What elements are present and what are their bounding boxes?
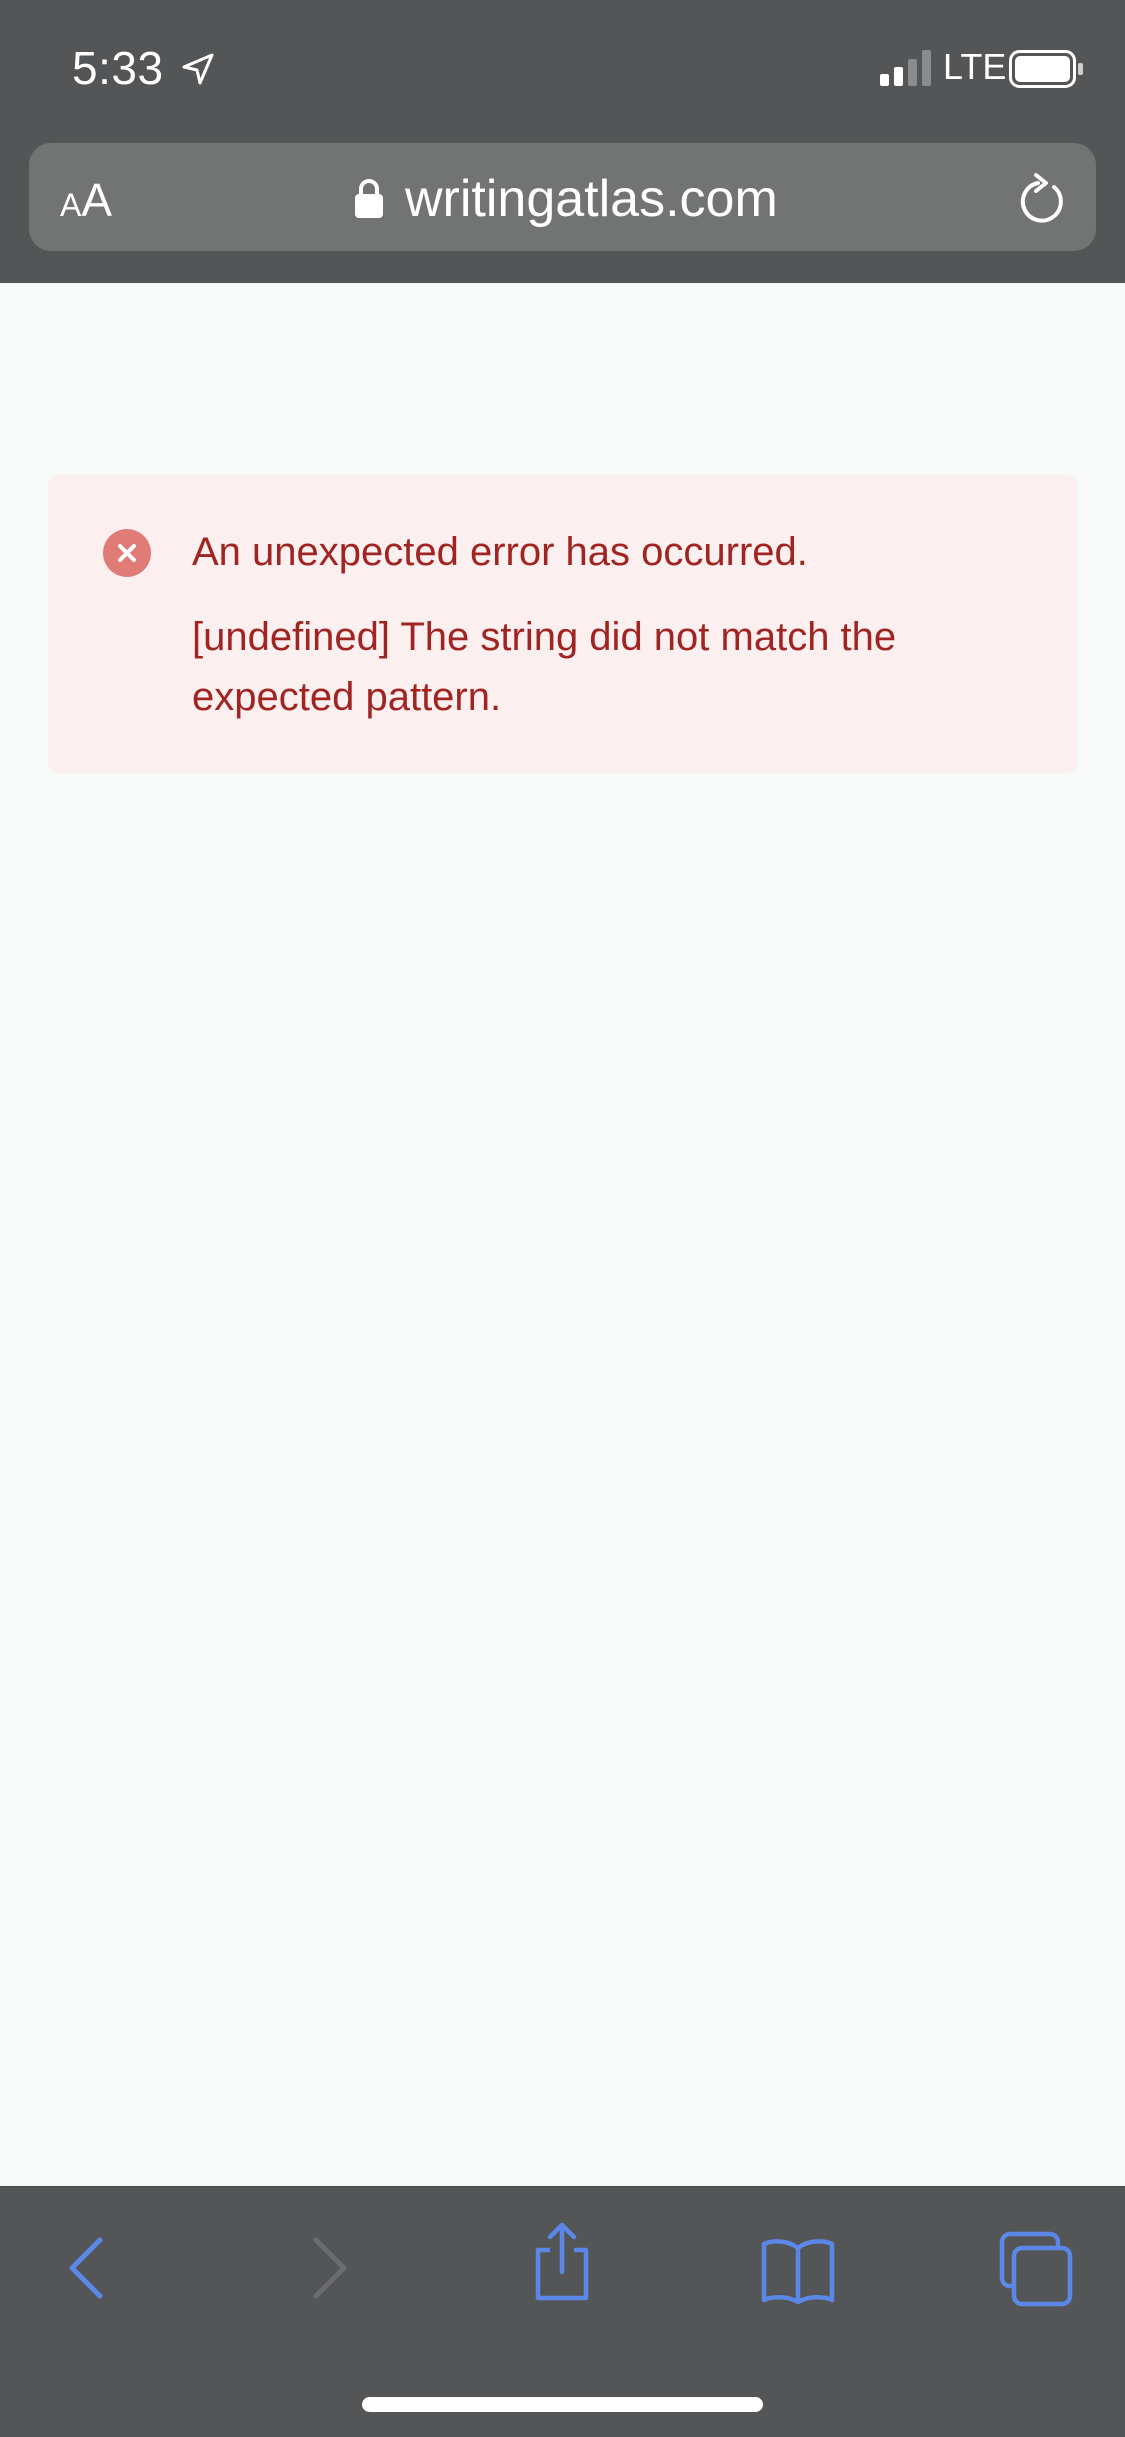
text-size-button[interactable]: AA — [60, 174, 112, 226]
bookmarks-icon[interactable] — [758, 2230, 838, 2310]
forward-icon[interactable] — [288, 2228, 368, 2308]
location-arrow-icon — [182, 53, 214, 85]
lock-icon — [355, 179, 383, 218]
back-icon[interactable] — [48, 2228, 128, 2308]
cellular-signal-icon — [880, 50, 931, 86]
network-type-label: LTE — [943, 46, 1007, 87]
error-title: An unexpected error has occurred. — [192, 530, 808, 574]
tabs-icon[interactable] — [996, 2230, 1076, 2310]
share-icon[interactable] — [522, 2222, 602, 2302]
text-size-large-a: A — [81, 174, 113, 226]
error-detail: [undefined] The string did not match the… — [192, 615, 897, 719]
home-indicator[interactable] — [362, 2397, 763, 2412]
text-size-small-a: A — [60, 187, 82, 223]
status-time: 5:33 — [72, 42, 164, 94]
battery-icon — [1009, 50, 1083, 88]
error-x-circle-icon — [103, 529, 151, 577]
reload-icon[interactable] — [1016, 171, 1068, 227]
url-text[interactable]: writingatlas.com — [405, 168, 778, 230]
